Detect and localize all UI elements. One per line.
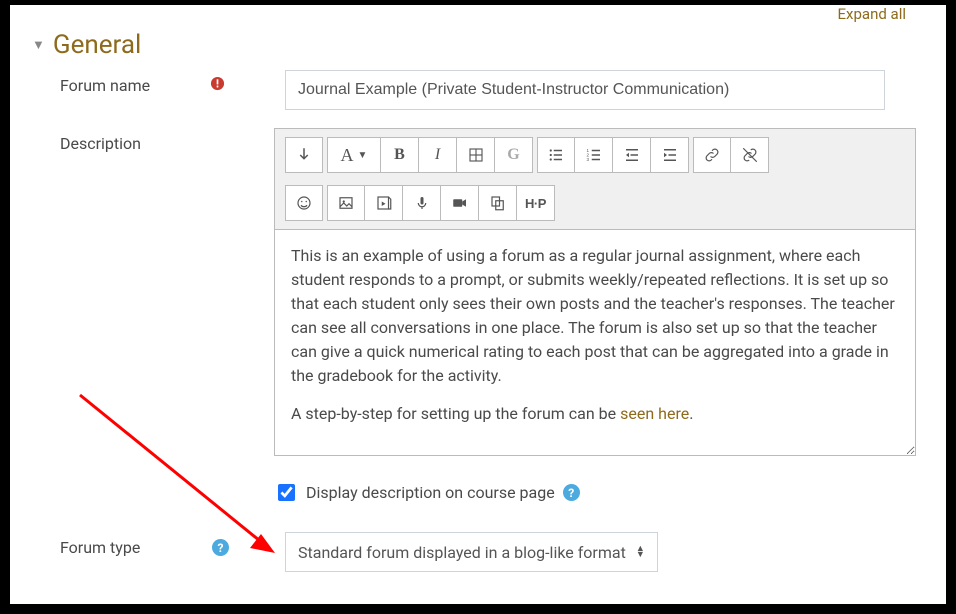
font-style-button[interactable]: A▼ xyxy=(327,137,381,173)
display-description-label: Display description on course page xyxy=(306,483,555,502)
video-button[interactable] xyxy=(441,185,479,221)
editor-toolbar: A▼ B I G xyxy=(275,129,915,230)
description-label: Description xyxy=(60,134,141,153)
toolbar-toggle-button[interactable] xyxy=(285,137,323,173)
help-icon[interactable]: ? xyxy=(212,539,229,556)
description-textarea[interactable]: This is an example of using a forum as a… xyxy=(275,230,915,455)
seen-here-link[interactable]: seen here xyxy=(620,404,689,423)
select-caret-icon: ▲▼ xyxy=(636,546,645,558)
grade-button[interactable]: G xyxy=(495,137,533,173)
svg-text:3: 3 xyxy=(586,157,589,162)
forum-name-input[interactable] xyxy=(285,70,885,110)
bullet-list-button[interactable] xyxy=(537,137,575,173)
unlink-button[interactable] xyxy=(731,137,769,173)
expand-all-link[interactable]: Expand all xyxy=(838,5,906,23)
display-description-checkbox[interactable] xyxy=(278,484,295,501)
description-text-p2-suffix: . xyxy=(689,404,693,423)
section-general-header[interactable]: ▼ General xyxy=(32,30,946,60)
outdent-button[interactable] xyxy=(613,137,651,173)
chevron-down-icon: ▼ xyxy=(32,37,45,53)
manage-files-button[interactable] xyxy=(479,185,517,221)
help-icon[interactable]: ? xyxy=(563,484,580,501)
grid-button[interactable] xyxy=(457,137,495,173)
italic-button[interactable]: I xyxy=(419,137,457,173)
media-button[interactable] xyxy=(365,185,403,221)
link-button[interactable] xyxy=(693,137,731,173)
indent-button[interactable] xyxy=(651,137,689,173)
required-icon xyxy=(210,76,225,95)
description-text-p1: This is an example of using a forum as a… xyxy=(291,246,895,385)
forum-type-select[interactable]: Standard forum displayed in a blog-like … xyxy=(285,532,658,572)
bold-button[interactable]: B xyxy=(381,137,419,173)
section-title: General xyxy=(53,30,141,60)
description-text-p2-prefix: A step-by-step for setting up the forum … xyxy=(291,404,620,423)
numbered-list-button[interactable]: 123 xyxy=(575,137,613,173)
emoji-button[interactable] xyxy=(285,185,323,221)
h5p-button[interactable]: H·P xyxy=(517,185,555,221)
caret-down-icon: ▼ xyxy=(358,150,368,161)
rich-text-editor: A▼ B I G xyxy=(274,128,916,456)
forum-type-value: Standard forum displayed in a blog-like … xyxy=(298,543,626,562)
forum-type-label: Forum type xyxy=(60,538,140,557)
image-button[interactable] xyxy=(327,185,365,221)
microphone-button[interactable] xyxy=(403,185,441,221)
forum-name-label: Forum name xyxy=(60,76,150,95)
